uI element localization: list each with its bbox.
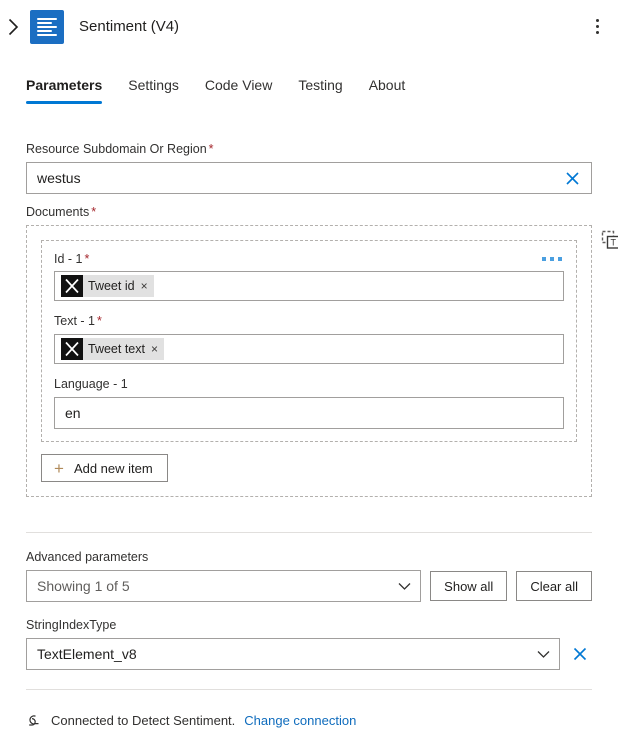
switch-to-text-mode-icon[interactable]: T — [598, 227, 618, 253]
documents-label-text: Documents — [26, 205, 89, 219]
documents-array-container: T Id - 1* — [26, 225, 592, 497]
documents-field-group: Documents* T Id - 1* — [26, 204, 592, 497]
language-input[interactable]: en — [54, 397, 564, 429]
plus-icon: + — [54, 460, 64, 477]
show-all-button[interactable]: Show all — [430, 571, 507, 601]
chevron-down-icon — [535, 646, 551, 662]
x-twitter-icon — [61, 275, 83, 297]
string-index-type-label: StringIndexType — [26, 617, 592, 633]
string-index-type-dropdown[interactable]: TextElement_v8 — [26, 638, 560, 670]
resource-subdomain-field-group: Resource Subdomain Or Region* westus — [26, 141, 592, 194]
advanced-parameters-row: Showing 1 of 5 Show all Clear all — [26, 570, 592, 602]
tab-code-view-label: Code View — [205, 77, 272, 93]
connector-parameters-panel: Sentiment (V4) Parameters Settings Code … — [0, 0, 618, 736]
more-horizontal-icon[interactable] — [540, 253, 564, 265]
resource-subdomain-label-text: Resource Subdomain Or Region — [26, 142, 207, 156]
tab-about-label: About — [369, 77, 406, 93]
tab-code-view[interactable]: Code View — [192, 76, 285, 104]
resource-subdomain-value: westus — [37, 169, 561, 187]
documents-label: Documents* — [26, 204, 592, 220]
x-twitter-icon — [61, 338, 83, 360]
clear-all-label: Clear all — [530, 579, 578, 594]
language-value: en — [65, 405, 81, 421]
close-icon[interactable] — [561, 167, 583, 189]
tab-parameters-label: Parameters — [26, 77, 102, 93]
divider — [26, 532, 592, 533]
text-token-input[interactable]: Tweet text × — [54, 334, 564, 364]
required-asterisk: * — [85, 252, 90, 266]
advanced-parameters-label: Advanced parameters — [26, 549, 592, 565]
id-token-input[interactable]: Tweet id × — [54, 271, 564, 301]
more-vertical-icon[interactable] — [582, 11, 612, 41]
svg-text:T: T — [610, 237, 616, 247]
close-icon[interactable] — [568, 642, 592, 666]
tab-active-underline — [26, 101, 102, 104]
tab-settings-label: Settings — [128, 77, 179, 93]
clear-all-button[interactable]: Clear all — [516, 571, 592, 601]
token-chip[interactable]: Tweet text × — [61, 338, 164, 360]
token-chip[interactable]: Tweet id × — [61, 275, 154, 297]
document-lines-icon — [30, 10, 64, 44]
required-asterisk: * — [209, 142, 214, 156]
advanced-parameters-group: Advanced parameters Showing 1 of 5 Show … — [26, 549, 592, 602]
tab-settings[interactable]: Settings — [115, 76, 192, 104]
connection-status-bar: Connected to Detect Sentiment. Change co… — [26, 712, 356, 730]
chevron-down-icon — [396, 578, 412, 594]
resource-subdomain-label: Resource Subdomain Or Region* — [26, 141, 592, 157]
advanced-parameters-selected: Showing 1 of 5 — [37, 578, 396, 594]
advanced-parameters-dropdown[interactable]: Showing 1 of 5 — [26, 570, 421, 602]
string-index-type-group: StringIndexType TextElement_v8 — [26, 617, 592, 670]
tab-testing[interactable]: Testing — [285, 76, 355, 104]
tab-parameters[interactable]: Parameters — [26, 76, 115, 104]
token-label: Tweet text — [88, 338, 145, 360]
plug-link-icon — [26, 713, 42, 729]
page-title: Sentiment (V4) — [79, 17, 179, 37]
id-field-header: Id - 1* — [54, 251, 564, 267]
tab-about[interactable]: About — [356, 76, 419, 104]
expand-chevron-right-icon[interactable] — [2, 7, 24, 47]
text-field-label-text: Text - 1 — [54, 314, 95, 328]
add-new-item-button[interactable]: + Add new item — [41, 454, 168, 482]
text-field-label: Text - 1* — [54, 313, 564, 329]
connection-status-text: Connected to Detect Sentiment. — [51, 712, 235, 730]
add-new-item-label: Add new item — [74, 461, 153, 476]
language-field-label: Language - 1 — [54, 376, 564, 392]
token-label: Tweet id — [88, 275, 135, 297]
id-field-label-text: Id - 1 — [54, 252, 83, 266]
resource-subdomain-input[interactable]: westus — [26, 162, 592, 194]
divider — [26, 689, 592, 690]
token-remove-icon[interactable]: × — [151, 338, 158, 360]
tab-bar: Parameters Settings Code View Testing Ab… — [26, 76, 418, 104]
tab-testing-label: Testing — [298, 77, 342, 93]
required-asterisk: * — [97, 314, 102, 328]
documents-item-1: Id - 1* Tweet id × — [41, 240, 577, 442]
show-all-label: Show all — [444, 579, 493, 594]
id-field-label: Id - 1* — [54, 251, 89, 267]
required-asterisk: * — [91, 205, 96, 219]
panel-header: Sentiment (V4) — [0, 0, 618, 54]
change-connection-link[interactable]: Change connection — [244, 712, 356, 730]
token-remove-icon[interactable]: × — [141, 275, 148, 297]
string-index-type-value: TextElement_v8 — [37, 646, 535, 662]
string-index-type-row: TextElement_v8 — [26, 638, 592, 670]
